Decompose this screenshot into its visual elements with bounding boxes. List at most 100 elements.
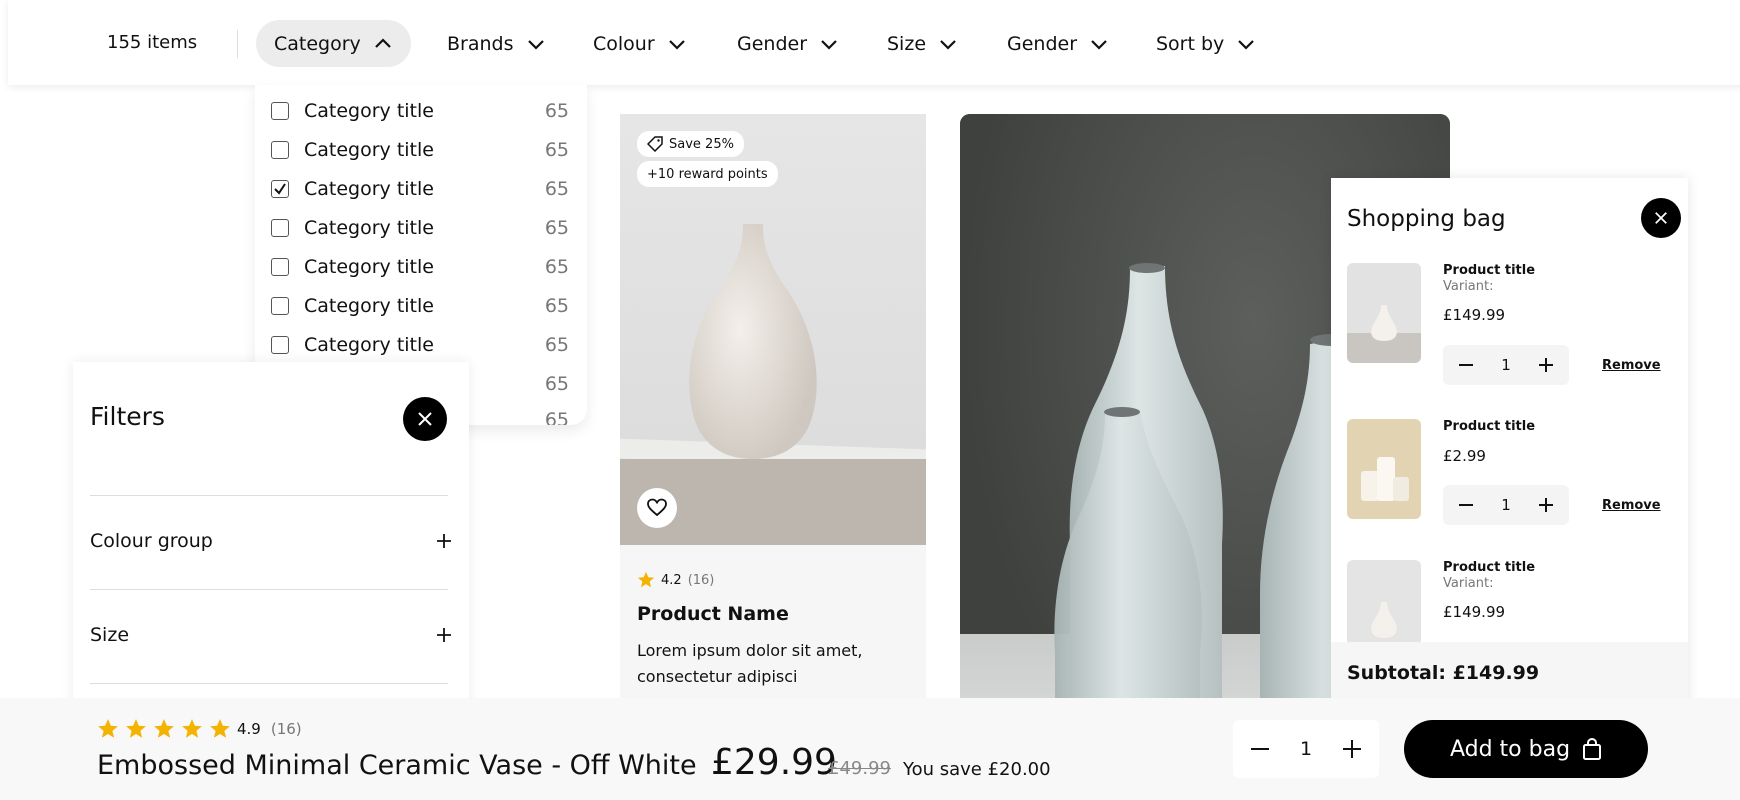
checkbox[interactable] bbox=[271, 297, 289, 315]
chevron-down-icon bbox=[821, 39, 837, 50]
filter-section-size[interactable]: Size bbox=[90, 624, 452, 646]
shopping-bag-icon bbox=[1583, 738, 1602, 760]
chevron-down-icon bbox=[668, 39, 685, 50]
checkbox[interactable] bbox=[271, 219, 289, 237]
filter-toolbar: 155 items Category Brands Colour Gender … bbox=[8, 0, 1740, 85]
checkbox-checked[interactable] bbox=[271, 180, 289, 198]
plus-icon[interactable] bbox=[1537, 496, 1555, 514]
category-count: 65 bbox=[544, 139, 569, 161]
divider bbox=[90, 683, 448, 684]
review-count: (16) bbox=[687, 572, 715, 588]
bag-item-variant: Variant: bbox=[1443, 576, 1494, 591]
quantity-value[interactable]: 1 bbox=[1501, 496, 1511, 514]
bag-title: Shopping bag bbox=[1347, 206, 1506, 232]
star-icon bbox=[154, 719, 174, 738]
divider bbox=[90, 589, 448, 590]
checkbox[interactable] bbox=[271, 336, 289, 354]
badge-label: +10 reward points bbox=[647, 166, 768, 182]
chevron-down-icon bbox=[940, 39, 956, 50]
category-option[interactable]: Category title 65 bbox=[271, 252, 569, 282]
bag-item-title[interactable]: Product title bbox=[1443, 560, 1535, 575]
vase-illustration bbox=[689, 224, 817, 459]
filter-category[interactable]: Category bbox=[256, 20, 411, 67]
category-label: Category title bbox=[304, 100, 434, 122]
divider bbox=[90, 495, 448, 496]
bag-item-title[interactable]: Product title bbox=[1443, 419, 1535, 434]
category-label: Category title bbox=[304, 256, 434, 278]
bag-item-price: £149.99 bbox=[1443, 603, 1506, 621]
filter-label: Brands bbox=[447, 32, 514, 55]
close-filters-button[interactable] bbox=[403, 397, 447, 441]
bag-item-price: £149.99 bbox=[1443, 306, 1506, 324]
minus-icon[interactable] bbox=[1249, 738, 1271, 760]
category-count: 65 bbox=[544, 334, 569, 356]
category-label: Category title bbox=[304, 217, 434, 239]
remove-link[interactable]: Remove bbox=[1602, 358, 1661, 373]
close-bag-button[interactable] bbox=[1641, 198, 1681, 238]
filter-section-colour-group[interactable]: Colour group bbox=[90, 530, 452, 552]
checkbox[interactable] bbox=[271, 141, 289, 159]
check-icon bbox=[274, 183, 286, 195]
checkbox[interactable] bbox=[271, 258, 289, 276]
product-rating: 4.9 (16) bbox=[97, 718, 302, 740]
heart-icon bbox=[647, 498, 667, 517]
star-icon bbox=[210, 719, 230, 738]
quantity-stepper: 1 bbox=[1233, 720, 1379, 778]
category-option[interactable]: Category title 65 bbox=[271, 135, 569, 165]
filter-label: Size bbox=[887, 32, 927, 55]
category-option[interactable]: Category title 65 bbox=[271, 330, 569, 360]
minus-icon[interactable] bbox=[1457, 496, 1475, 514]
subtotal: Subtotal: £149.99 bbox=[1347, 662, 1540, 684]
bag-item-title[interactable]: Product title bbox=[1443, 263, 1535, 278]
category-count: 65 bbox=[544, 256, 569, 278]
toolbar-divider bbox=[237, 30, 238, 58]
product-name[interactable]: Product Name bbox=[637, 603, 789, 625]
chevron-down-icon bbox=[1091, 39, 1107, 50]
candles-illustration bbox=[1361, 457, 1409, 501]
remove-link[interactable]: Remove bbox=[1602, 498, 1661, 513]
category-count: 65 bbox=[544, 295, 569, 317]
filter-label: Category bbox=[274, 32, 361, 55]
category-option[interactable]: Category title 65 bbox=[271, 174, 569, 204]
filters-title: Filters bbox=[90, 402, 165, 431]
add-to-bag-label: Add to bag bbox=[1449, 736, 1571, 762]
chevron-down-icon bbox=[1238, 39, 1255, 50]
minus-icon[interactable] bbox=[1457, 356, 1475, 374]
quantity-stepper: 1 bbox=[1443, 485, 1569, 525]
bag-item-thumbnail[interactable] bbox=[1347, 419, 1421, 519]
filter-size[interactable]: Size bbox=[869, 20, 976, 67]
product-image[interactable]: Save 25% +10 reward points bbox=[620, 114, 926, 545]
category-count: 65 bbox=[544, 217, 569, 239]
wishlist-button[interactable] bbox=[637, 488, 677, 528]
bag-item-thumbnail[interactable] bbox=[1347, 263, 1421, 363]
bag-item: Product title Variant: £149.99 bbox=[1347, 560, 1672, 660]
category-option[interactable]: Category title 65 bbox=[271, 96, 569, 126]
category-label: Category title bbox=[304, 139, 434, 161]
sort-by[interactable]: Sort by bbox=[1138, 20, 1274, 67]
bag-item: Product title Variant: £149.99 1 Remove bbox=[1347, 263, 1672, 393]
checkbox[interactable] bbox=[271, 102, 289, 120]
bag-item: Product title £2.99 1 Remove bbox=[1347, 419, 1672, 529]
filter-gender-2[interactable]: Gender bbox=[989, 20, 1127, 67]
category-count: 65 bbox=[544, 373, 569, 395]
add-to-bag-button[interactable]: Add to bag bbox=[1404, 720, 1648, 778]
close-icon bbox=[1655, 212, 1667, 224]
plus-icon[interactable] bbox=[1341, 738, 1363, 760]
star-icon bbox=[637, 571, 655, 588]
filter-gender[interactable]: Gender bbox=[719, 20, 857, 67]
plus-icon[interactable] bbox=[1537, 356, 1555, 374]
filter-colour[interactable]: Colour bbox=[575, 20, 705, 67]
chevron-down-icon bbox=[527, 39, 544, 50]
section-label: Size bbox=[90, 624, 130, 646]
product-title: Embossed Minimal Ceramic Vase - Off Whit… bbox=[97, 750, 697, 781]
category-option[interactable]: Category title 65 bbox=[271, 213, 569, 243]
close-icon bbox=[418, 412, 432, 426]
plus-icon bbox=[437, 534, 451, 548]
quantity-value[interactable]: 1 bbox=[1300, 738, 1312, 760]
filter-brands[interactable]: Brands bbox=[429, 20, 564, 67]
category-option[interactable]: Category title 65 bbox=[271, 291, 569, 321]
star-icon bbox=[182, 719, 202, 738]
product-description: Lorem ipsum dolor sit amet, consectetur … bbox=[637, 641, 863, 686]
star-icon bbox=[98, 719, 118, 738]
quantity-value[interactable]: 1 bbox=[1501, 356, 1511, 374]
